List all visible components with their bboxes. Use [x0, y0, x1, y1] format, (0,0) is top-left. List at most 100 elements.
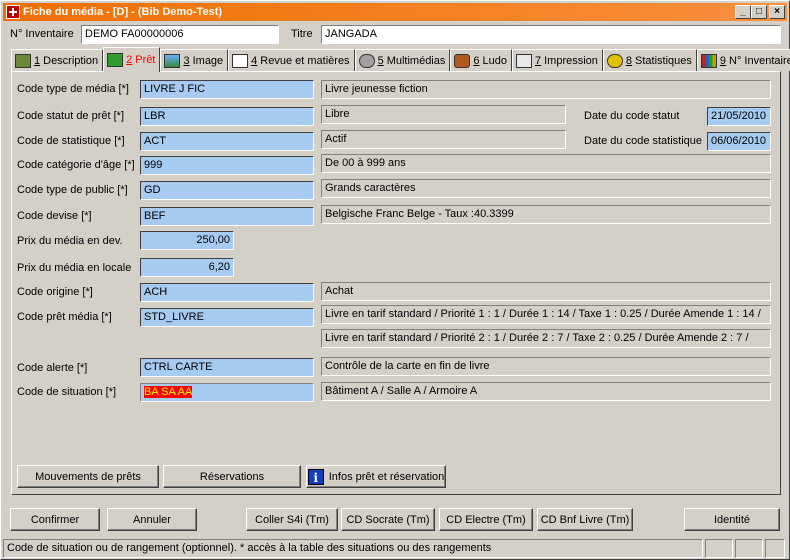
title-label: Titre — [291, 28, 313, 40]
cd-bnf-livre-button[interactable]: CD Bnf Livre (Tm) — [537, 508, 633, 531]
multimedia-icon — [358, 53, 375, 68]
alert-code-field[interactable]: CTRL CARTE — [140, 358, 314, 377]
loan-tab-panel: Code type de média [*] LIVRE J FIC Livre… — [11, 71, 781, 495]
alert-description: Contrôle de la carte en fin de livre — [321, 357, 771, 376]
reservations-label: Réservations — [199, 470, 265, 483]
tab-number: 4 — [251, 54, 258, 67]
media-loan-code-field[interactable]: STD_LIVRE — [140, 308, 314, 327]
currency-code-field[interactable]: BEF — [140, 207, 314, 226]
edit-icon — [232, 53, 249, 68]
loan-movements-label: Mouvements de prêts — [35, 470, 141, 483]
statistic-date-field[interactable]: 06/06/2010 — [707, 132, 771, 151]
tab-label: Impression — [544, 54, 598, 67]
book-icon — [15, 53, 31, 68]
cd-socrate-label: CD Socrate (Tm) — [346, 513, 430, 526]
media-type-code-field[interactable]: LIVRE J FIC — [140, 80, 314, 99]
tab-ludo[interactable]: 6 Ludo — [450, 49, 512, 71]
alert-code-label: Code alerte [*] — [17, 362, 88, 374]
maximize-button[interactable]: □ — [751, 5, 767, 19]
location-code-field[interactable]: BA SA AA — [140, 383, 314, 402]
info-icon: i — [307, 468, 324, 485]
cd-electre-button[interactable]: CD Electre (Tm) — [439, 508, 533, 531]
cancel-label: Annuler — [133, 513, 171, 526]
age-category-code-field[interactable]: 999 — [140, 156, 314, 175]
tab-label: Revue et matières — [260, 54, 350, 67]
confirm-button[interactable]: Confirmer — [10, 508, 100, 531]
tab-revue-matieres[interactable]: 4 Revue et matières — [228, 49, 355, 71]
tab-impression[interactable]: 7 Impression — [511, 49, 603, 71]
tab-multimedias[interactable]: 5 Multimédias — [354, 49, 451, 71]
loan-status-description: Libre — [321, 105, 566, 124]
status-text: Code de situation ou de rangement (optio… — [3, 539, 703, 558]
tab-description[interactable]: 1 Description — [11, 49, 104, 71]
status-panel-2 — [705, 539, 733, 558]
location-code-value: BA SA AA — [144, 386, 193, 398]
identity-button[interactable]: Identité — [684, 508, 780, 531]
media-record-window: Fiche du média - [D] - (Bib Demo-Test) _… — [0, 0, 790, 560]
price-local-label: Prix du média en locale — [17, 262, 132, 274]
tab-label: Statistiques — [635, 54, 692, 67]
status-date-field[interactable]: 21/05/2010 — [707, 107, 771, 126]
tab-bar: 1 Description 2 Prêt 3 Image 4 Revue et mati… — [11, 47, 790, 72]
media-loan-code-label: Code prêt média [*] — [17, 311, 112, 323]
origin-code-field[interactable]: ACH — [140, 283, 314, 302]
public-type-code-field[interactable]: GD — [140, 181, 314, 200]
currency-description: Belgische Franc Belge - Taux :40.3399 — [321, 205, 771, 224]
public-type-label: Code type de public [*] — [17, 184, 128, 196]
price-local-field[interactable]: 6,20 — [140, 258, 234, 277]
tab-image[interactable]: 3 Image — [160, 49, 229, 71]
age-category-label: Code catégorie d'âge [*] — [17, 159, 135, 171]
currency-code-label: Code devise [*] — [17, 210, 92, 222]
tab-number: 2 — [126, 54, 133, 66]
tab-label: Ludo — [482, 54, 507, 67]
inventory-field[interactable]: DEMO FA00000006 — [81, 25, 279, 44]
reservations-button[interactable]: Réservations — [163, 465, 301, 488]
statistic-date-label: Date du code statistique — [584, 135, 703, 147]
statistics-icon — [606, 53, 623, 68]
status-panel-4 — [765, 539, 785, 558]
tab-statistiques[interactable]: 8 Statistiques — [602, 49, 697, 71]
price-currency-field[interactable]: 250,00 — [140, 231, 234, 250]
title-bar[interactable]: Fiche du média - [D] - (Bib Demo-Test) _… — [3, 3, 787, 21]
media-type-description: Livre jeunesse fiction — [321, 80, 771, 99]
status-bar: Code de situation ou de rangement (optio… — [3, 539, 787, 558]
tab-number: 8 — [625, 54, 633, 67]
location-code-label: Code de situation [*] — [17, 386, 117, 398]
media-loan-description-2: Livre en tarif standard / Priorité 2 : 1… — [321, 329, 771, 348]
loan-reservation-info-button[interactable]: i Infos prêt et réservation — [306, 465, 446, 488]
tab-label: N° Inventaire — [729, 54, 790, 67]
status-panel-3 — [735, 539, 763, 558]
title-field[interactable]: JANGADA — [321, 25, 781, 44]
tab-label: Multimédias — [386, 54, 446, 67]
loan-movements-button[interactable]: Mouvements de prêts — [17, 465, 159, 488]
cancel-button[interactable]: Annuler — [107, 508, 197, 531]
location-description: Bâtiment A / Salle A / Armoire A — [321, 382, 771, 401]
age-category-description: De 00 à 999 ans — [321, 154, 771, 173]
origin-code-label: Code origine [*] — [17, 286, 93, 298]
app-icon[interactable] — [6, 5, 20, 19]
confirm-label: Confirmer — [30, 513, 80, 526]
tab-label: Prêt — [135, 54, 156, 66]
minimize-button[interactable]: _ — [735, 5, 751, 19]
loan-icon — [107, 53, 124, 67]
image-icon — [164, 53, 181, 68]
statistic-code-field[interactable]: ACT — [140, 132, 314, 151]
cd-electre-label: CD Electre (Tm) — [446, 513, 526, 526]
loan-reservation-info-label: Infos prêt et réservation — [328, 470, 445, 483]
tab-pret[interactable]: 2 Prêt — [103, 47, 161, 72]
print-icon — [515, 53, 532, 68]
tab-number: 9 — [719, 54, 727, 67]
loan-status-label: Code statut de prêt [*] — [17, 110, 125, 122]
price-currency-label: Prix du média en dev. — [17, 235, 123, 247]
cd-socrate-button[interactable]: CD Socrate (Tm) — [341, 508, 435, 531]
tab-number: 7 — [534, 54, 542, 67]
media-type-label: Code type de média [*] — [17, 83, 129, 95]
cd-bnf-livre-label: CD Bnf Livre (Tm) — [540, 513, 630, 526]
close-button[interactable]: × — [769, 5, 785, 19]
status-date-label: Date du code statut — [584, 110, 680, 122]
inventory-label: N° Inventaire — [10, 28, 74, 40]
paste-s4i-button[interactable]: Coller S4i (Tm) — [246, 508, 338, 531]
tab-inventaire[interactable]: 9 N° Inventaire — [696, 49, 790, 71]
game-icon — [454, 53, 471, 68]
loan-status-code-field[interactable]: LBR — [140, 107, 314, 126]
